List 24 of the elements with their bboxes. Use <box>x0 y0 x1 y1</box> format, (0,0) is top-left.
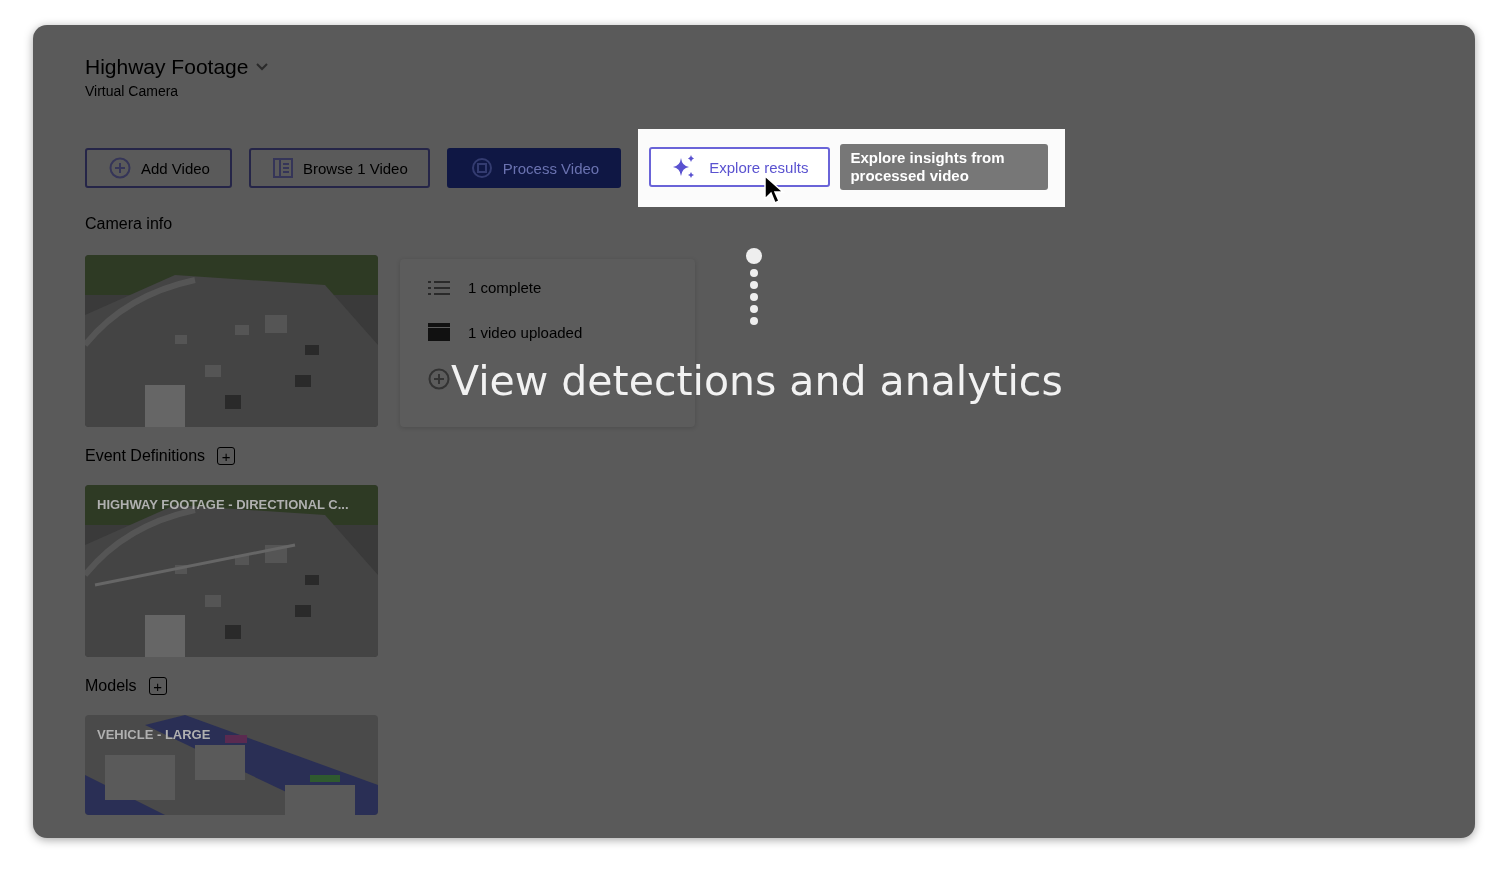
card-title: VEHICLE - LARGE <box>97 727 211 742</box>
section-heading: Models <box>85 677 137 695</box>
section-heading: Camera info <box>85 215 174 233</box>
tooltip: Explore insights from processed video <box>840 144 1049 190</box>
plus-circle-icon <box>428 368 450 390</box>
stat-text: 1 complete <box>468 279 542 296</box>
stat-text: 1 video uploaded <box>468 323 583 341</box>
list-icon <box>272 158 293 178</box>
camera-title: Highway Footage <box>85 55 249 79</box>
callout-text: View detections and analytics <box>451 357 1063 405</box>
section-heading: Event Definitions <box>85 447 206 465</box>
browse-video-button[interactable]: Browse 1 Video <box>248 148 430 188</box>
add-button[interactable]: + <box>217 447 236 465</box>
explore-results-button[interactable]: Explore results <box>649 147 831 187</box>
plus-circle-icon <box>109 157 131 179</box>
camera-subtitle: Virtual Camera <box>85 83 180 99</box>
chevron-down-icon[interactable] <box>256 63 269 71</box>
card-title: HIGHWAY FOOTAGE - DIRECTIONAL C... <box>97 497 349 512</box>
add-button[interactable]: + <box>148 677 167 695</box>
list-icon <box>428 280 450 295</box>
add-video-button[interactable]: Add Video <box>85 148 232 188</box>
process-video-button[interactable]: Process Video <box>446 148 622 188</box>
chip-icon <box>470 157 493 179</box>
clapperboard-icon <box>428 323 450 341</box>
